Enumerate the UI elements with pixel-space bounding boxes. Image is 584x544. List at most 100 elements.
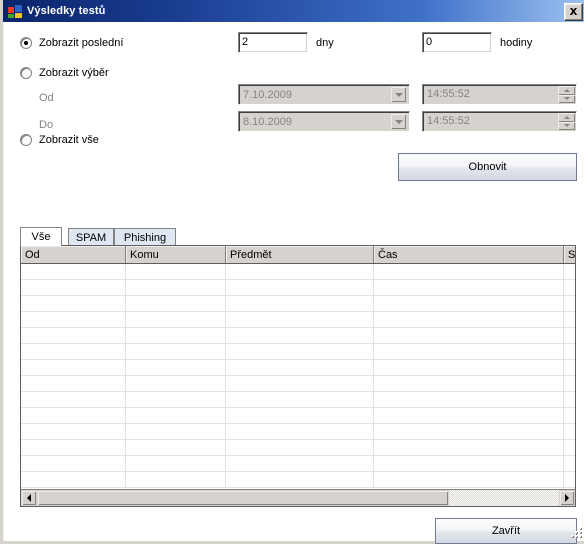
to-time-spinner[interactable]: [558, 113, 575, 130]
table-cell: [564, 312, 575, 327]
table-cell: [21, 392, 126, 407]
table-row[interactable]: [21, 440, 575, 456]
table-cell: [226, 376, 374, 391]
days-input[interactable]: 2: [238, 32, 308, 53]
table-row[interactable]: [21, 376, 575, 392]
chevron-down-icon[interactable]: [390, 86, 407, 103]
table-cell: [126, 296, 226, 311]
from-date-value: 7.10.2009: [243, 88, 292, 101]
close-icon[interactable]: [564, 3, 583, 21]
table-cell: [21, 360, 126, 375]
tab-vse[interactable]: Vše: [20, 227, 62, 246]
spinner-down-icon[interactable]: [558, 94, 575, 103]
spinner-up-icon[interactable]: [558, 113, 575, 122]
radio-show-all[interactable]: Zobrazit vše: [20, 134, 99, 146]
scroll-left-icon[interactable]: [21, 490, 37, 506]
table-cell: [21, 456, 126, 471]
table-cell: [21, 440, 126, 455]
close-dialog-button[interactable]: Zavřít: [435, 518, 577, 544]
radio-show-last-label: Zobrazit poslední: [39, 37, 124, 49]
radio-show-last[interactable]: Zobrazit poslední: [20, 37, 123, 49]
table-row[interactable]: [21, 360, 575, 376]
hours-unit-label: hodiny: [500, 37, 533, 49]
table-cell: [126, 408, 226, 423]
table-row[interactable]: [21, 408, 575, 424]
scrollbar-thumb[interactable]: [37, 490, 450, 506]
chevron-down-icon[interactable]: [390, 113, 407, 130]
table-cell: [226, 360, 374, 375]
column-header-cas[interactable]: Čas: [374, 246, 564, 263]
table-cell: [564, 344, 575, 359]
table-cell: [21, 472, 126, 487]
spinner-up-icon[interactable]: [558, 86, 575, 95]
title-bar[interactable]: Výsledky testů: [3, 0, 584, 22]
table-cell: [226, 344, 374, 359]
table-row[interactable]: [21, 280, 575, 296]
results-grid[interactable]: Od Komu Předmět Čas Sk: [20, 245, 576, 507]
from-time-spinner[interactable]: [558, 86, 575, 103]
table-cell: [226, 424, 374, 439]
table-cell: [564, 456, 575, 471]
horizontal-scrollbar[interactable]: [21, 489, 575, 506]
table-cell: [21, 344, 126, 359]
table-cell: [374, 472, 564, 487]
hours-input[interactable]: 0: [422, 32, 492, 53]
table-row[interactable]: [21, 472, 575, 488]
radio-show-selection[interactable]: Zobrazit výběr: [20, 67, 109, 79]
resize-grip[interactable]: [569, 526, 583, 540]
table-row[interactable]: [21, 456, 575, 472]
table-cell: [564, 360, 575, 375]
table-row[interactable]: [21, 296, 575, 312]
window-title: Výsledky testů: [27, 5, 106, 17]
column-header-od[interactable]: Od: [21, 246, 126, 263]
table-cell: [226, 264, 374, 279]
table-cell: [126, 472, 226, 487]
table-cell: [21, 264, 126, 279]
radio-show-all-indicator: [20, 134, 32, 146]
table-cell: [21, 328, 126, 343]
tab-phishing[interactable]: Phishing: [114, 228, 176, 246]
refresh-button[interactable]: Obnovit: [398, 153, 577, 181]
table-cell: [21, 312, 126, 327]
grid-header-row: Od Komu Předmět Čas Sk: [21, 246, 575, 264]
table-cell: [374, 376, 564, 391]
to-time-picker[interactable]: 14:55:52: [422, 111, 577, 132]
column-header-skore[interactable]: Sk: [564, 246, 575, 263]
table-cell: [374, 296, 564, 311]
to-date-picker[interactable]: 8.10.2009: [238, 111, 410, 132]
table-cell: [226, 312, 374, 327]
table-row[interactable]: [21, 264, 575, 280]
table-cell: [21, 280, 126, 295]
table-row[interactable]: [21, 424, 575, 440]
table-cell: [21, 296, 126, 311]
table-cell: [21, 424, 126, 439]
column-header-komu[interactable]: Komu: [126, 246, 226, 263]
dialog-window: Výsledky testů Zobrazit poslední 2 dny 0…: [0, 0, 584, 544]
from-label: Od: [39, 92, 54, 104]
scrollbar-track[interactable]: [37, 490, 559, 506]
from-date-picker[interactable]: 7.10.2009: [238, 84, 410, 105]
days-unit-label: dny: [316, 37, 334, 49]
table-row[interactable]: [21, 344, 575, 360]
table-cell: [564, 328, 575, 343]
table-cell: [564, 424, 575, 439]
scroll-right-icon[interactable]: [559, 490, 575, 506]
dialog-client-area: Zobrazit poslední 2 dny 0 hodiny Zobrazi…: [6, 22, 584, 544]
table-cell: [126, 344, 226, 359]
table-cell: [374, 264, 564, 279]
table-cell: [374, 344, 564, 359]
radio-show-selection-indicator: [20, 67, 32, 79]
table-cell: [226, 328, 374, 343]
table-row[interactable]: [21, 328, 575, 344]
spinner-down-icon[interactable]: [558, 121, 575, 130]
table-row[interactable]: [21, 392, 575, 408]
table-row[interactable]: [21, 312, 575, 328]
to-date-value: 8.10.2009: [243, 115, 292, 128]
table-cell: [564, 264, 575, 279]
app-squares-icon: [7, 3, 23, 19]
from-time-picker[interactable]: 14:55:52: [422, 84, 577, 105]
grid-body: [21, 264, 575, 489]
column-header-predmet[interactable]: Předmět: [226, 246, 374, 263]
to-label: Do: [39, 119, 54, 131]
tab-spam[interactable]: SPAM: [68, 228, 114, 246]
